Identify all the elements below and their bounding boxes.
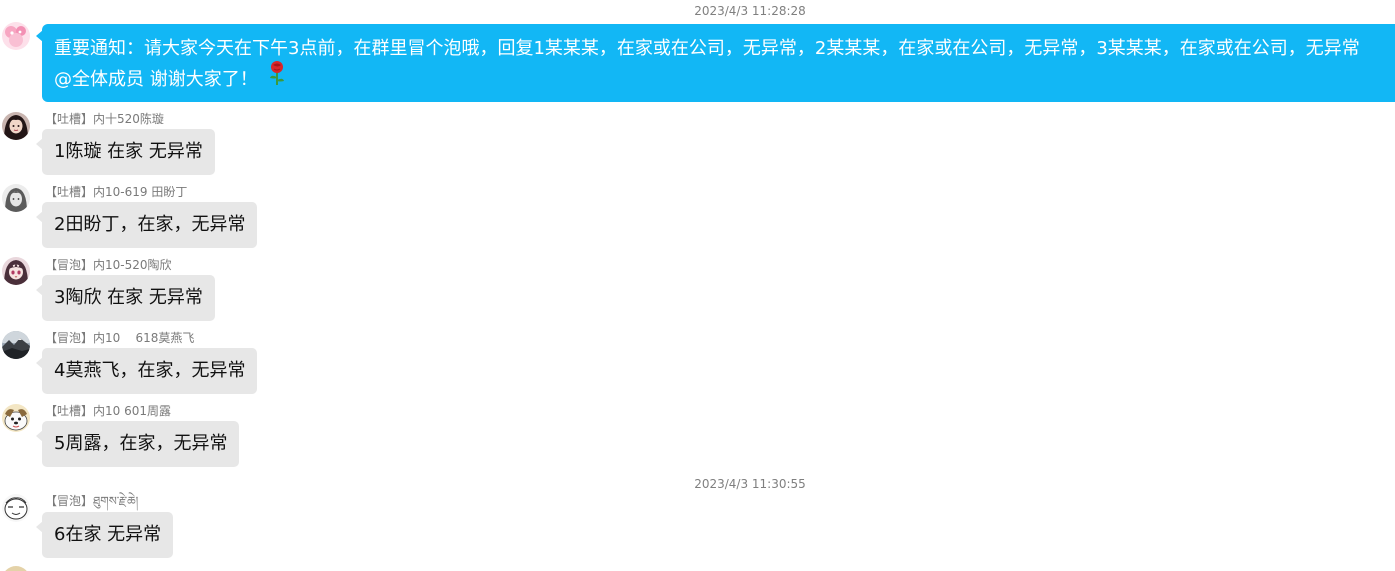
message-bubble[interactable]: 1陈璇 在家 无异常 <box>42 129 215 175</box>
sender-name[interactable]: 【吐槽】内10 601周露 <box>45 404 171 418</box>
notice-text-line-1: 重要通知：请大家今天在下午3点前，在群里冒个泡哦，回复1某某某，在家或在公司，无… <box>54 38 1360 59</box>
message-bubble[interactable]: 3陶欣 在家 无异常 <box>42 275 215 321</box>
avatar-pink-flower[interactable] <box>2 22 30 50</box>
mention-all-text: @全体成员 谢谢大家了！ <box>54 69 258 90</box>
avatar-cartoon-dog[interactable] <box>2 404 30 432</box>
sender-name[interactable]: 【冒泡】内10-520陶欣 <box>45 258 172 272</box>
message-timestamp: 2023/4/3 11:30:55 <box>694 477 806 491</box>
avatar-anime-girl[interactable] <box>2 257 30 285</box>
message-timestamp: 2023/4/3 11:28:28 <box>694 4 806 18</box>
message-bubble[interactable]: 5周露，在家，无异常 <box>42 421 240 467</box>
message-bubble[interactable]: 2田盼丁，在家，无异常 <box>42 202 258 248</box>
rose-icon <box>268 60 286 96</box>
avatar-landscape[interactable] <box>2 331 30 359</box>
avatar-next-message[interactable] <box>2 566 30 571</box>
notice-text-line-2: @全体成员 谢谢大家了！ <box>54 61 1395 96</box>
message-bubble[interactable]: 4莫燕飞，在家，无异常 <box>42 348 258 394</box>
sender-name[interactable]: 【吐槽】内十520陈璇 <box>45 112 164 126</box>
sender-name[interactable]: 【冒泡】内10 618莫燕飞 <box>45 331 194 345</box>
avatar-girl-dark-hair[interactable] <box>2 112 30 140</box>
sender-name[interactable]: 【冒泡】ཐུགས་རྗེ་ཆེ། <box>45 494 138 508</box>
sender-name[interactable]: 【吐槽】内10-619 田盼丁 <box>45 185 187 199</box>
chat-message-list[interactable]: 2023/4/3 11:28:28 重要通知：请大家今天在下午3点前，在群里冒个… <box>0 0 1395 571</box>
message-bubble[interactable]: 6在家 无异常 <box>42 512 174 558</box>
avatar-sketch-face[interactable] <box>2 494 30 522</box>
avatar-girl-grey[interactable] <box>2 184 30 212</box>
notice-message-bubble[interactable]: 重要通知：请大家今天在下午3点前，在群里冒个泡哦，回复1某某某，在家或在公司，无… <box>42 24 1395 102</box>
